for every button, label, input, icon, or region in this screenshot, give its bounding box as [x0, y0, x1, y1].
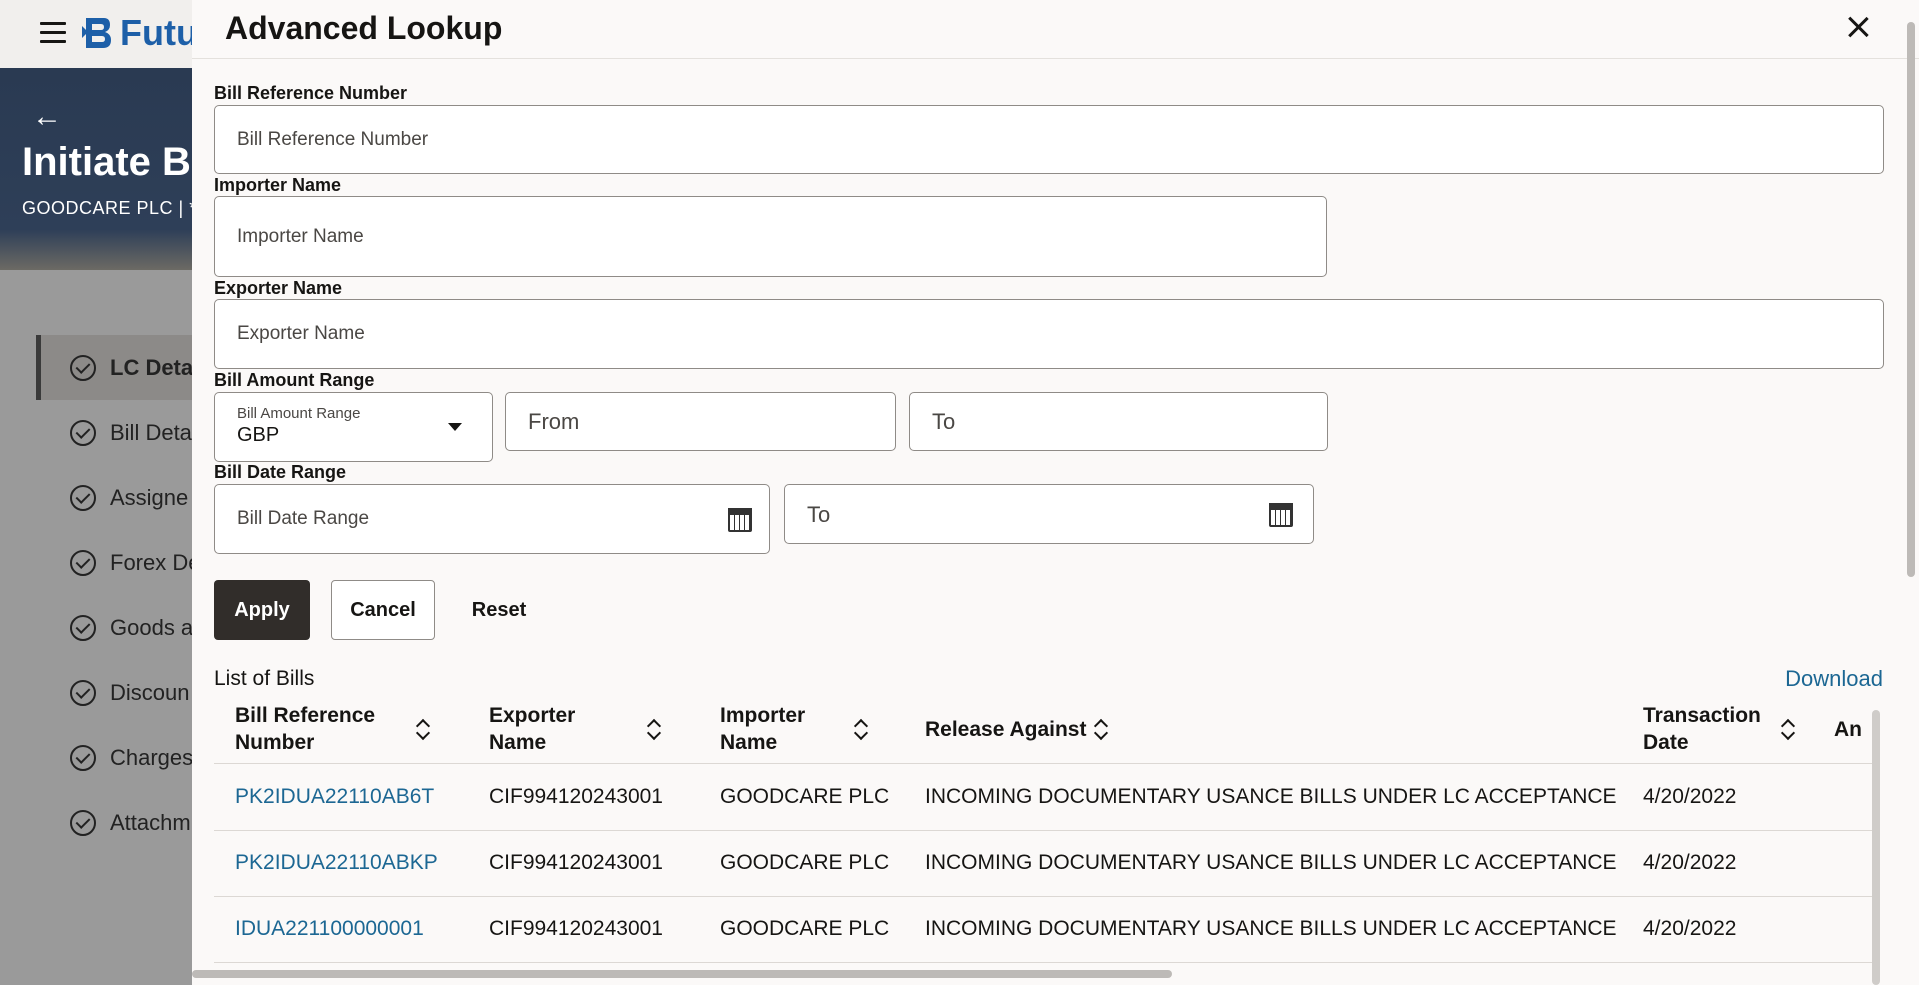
- transaction-date-cell: 4/20/2022: [1643, 917, 1737, 940]
- currency-select-value: GBP: [237, 424, 280, 446]
- check-circle-icon: [70, 354, 96, 381]
- check-circle-icon: [70, 614, 96, 641]
- bill-reference-link[interactable]: IDUA221100000001: [235, 917, 424, 941]
- bill-reference-input[interactable]: [214, 105, 1884, 174]
- page-title: Initiate Bi: [22, 140, 203, 184]
- column-header-release-against[interactable]: Release Against: [925, 716, 1086, 743]
- cancel-button[interactable]: Cancel: [331, 580, 435, 640]
- release-against-cell: INCOMING DOCUMENTARY USANCE BILLS UNDER …: [925, 851, 1617, 874]
- column-header-amount[interactable]: An: [1834, 716, 1862, 743]
- table-row: IDUA221100000001 CIF994120243001 GOODCAR…: [214, 897, 1874, 963]
- column-header-importer-name[interactable]: Importer Name: [720, 702, 805, 756]
- header-line: Importer: [720, 704, 806, 727]
- back-arrow-icon[interactable]: ←: [32, 100, 62, 134]
- header-line: Number: [235, 731, 315, 754]
- exporter-cell: CIF994120243001: [489, 851, 663, 874]
- calendar-icon[interactable]: [1269, 503, 1293, 527]
- table-row: PK2IDUA22110AB6T CIF994120243001 GOODCAR…: [214, 765, 1874, 831]
- nav-item-label: Goods a: [110, 614, 194, 640]
- nav-item-label: Discoun: [110, 679, 190, 705]
- sort-icon[interactable]: [647, 718, 661, 740]
- amount-to-input[interactable]: [909, 392, 1328, 451]
- column-header-exporter-name[interactable]: Exporter Name: [489, 702, 575, 756]
- bill-amount-range-label: Bill Amount Range: [214, 370, 375, 390]
- date-from-placeholder: Bill Date Range: [237, 508, 370, 529]
- header-line: Name: [489, 731, 547, 754]
- app-logo: Futu: [82, 12, 198, 54]
- exporter-cell: CIF994120243001: [489, 785, 663, 808]
- currency-select[interactable]: Bill Amount Range GBP: [214, 392, 493, 462]
- header-line: Transaction: [1643, 704, 1761, 727]
- bill-reference-link[interactable]: PK2IDUA22110AB6T: [235, 785, 434, 809]
- exporter-name-label: Exporter Name: [214, 278, 343, 298]
- date-to-placeholder: To: [807, 502, 831, 527]
- date-from-field[interactable]: Bill Date Range: [214, 484, 770, 554]
- check-circle-icon: [70, 419, 96, 446]
- nav-item-label: Assigne: [110, 484, 189, 510]
- dialog-divider: [192, 58, 1919, 59]
- download-link[interactable]: Download: [1785, 666, 1883, 692]
- sort-icon[interactable]: [416, 718, 430, 740]
- bill-reference-link[interactable]: PK2IDUA22110ABKP: [235, 851, 438, 875]
- importer-name-input[interactable]: [214, 196, 1327, 277]
- transaction-date-cell: 4/20/2022: [1643, 851, 1737, 874]
- dialog-vertical-scrollbar[interactable]: [1907, 22, 1915, 577]
- bill-reference-label: Bill Reference Number: [214, 83, 408, 103]
- apply-button[interactable]: Apply: [214, 580, 310, 640]
- header-line: Exporter: [489, 704, 576, 727]
- header-line: Name: [720, 731, 778, 754]
- nav-item-label: Bill Deta: [110, 419, 192, 445]
- reset-button[interactable]: Reset: [454, 580, 544, 640]
- date-to-field[interactable]: To: [784, 484, 1314, 544]
- release-against-cell: INCOMING DOCUMENTARY USANCE BILLS UNDER …: [925, 785, 1617, 808]
- advanced-lookup-dialog: Advanced Lookup Bill Reference Number Im…: [192, 0, 1919, 985]
- hamburger-menu-icon[interactable]: [40, 22, 66, 43]
- caret-down-icon: [448, 423, 462, 431]
- currency-select-label: Bill Amount Range: [237, 405, 361, 422]
- importer-cell: GOODCARE PLC: [720, 785, 890, 808]
- page-subtitle: GOODCARE PLC | **: [22, 198, 205, 218]
- table-vertical-scrollbar[interactable]: [1872, 710, 1880, 985]
- header-line: Release Against: [925, 718, 1087, 741]
- check-circle-icon: [70, 549, 96, 576]
- exporter-name-input[interactable]: [214, 299, 1884, 369]
- bills-table: Bill Reference Number Exporter Name Impo…: [214, 696, 1874, 976]
- app-name: Futu: [120, 12, 198, 53]
- release-against-cell: INCOMING DOCUMENTARY USANCE BILLS UNDER …: [925, 917, 1617, 940]
- table-header: Bill Reference Number Exporter Name Impo…: [214, 696, 1874, 764]
- header-line: Date: [1643, 731, 1689, 754]
- nav-item-label: LC Detai: [110, 354, 200, 380]
- table-horizontal-scrollbar[interactable]: [192, 970, 1172, 978]
- amount-from-input[interactable]: [505, 392, 896, 451]
- sort-icon[interactable]: [854, 718, 868, 740]
- check-circle-icon: [70, 484, 96, 511]
- nav-item-label: Charges: [110, 744, 194, 770]
- nav-item-label: Attachm: [110, 809, 191, 835]
- exporter-cell: CIF994120243001: [489, 917, 663, 940]
- importer-cell: GOODCARE PLC: [720, 917, 890, 940]
- check-circle-icon: [70, 809, 96, 836]
- nav-item-label: Forex De: [110, 549, 201, 575]
- sort-icon[interactable]: [1094, 718, 1108, 740]
- transaction-date-cell: 4/20/2022: [1643, 785, 1737, 808]
- list-title: List of Bills: [214, 667, 315, 690]
- brand-logo-icon: [82, 18, 111, 48]
- calendar-icon[interactable]: [728, 508, 752, 532]
- dialog-title: Advanced Lookup: [225, 10, 503, 46]
- sort-icon[interactable]: [1781, 718, 1795, 740]
- column-header-transaction-date[interactable]: Transaction Date: [1643, 702, 1761, 756]
- check-circle-icon: [70, 679, 96, 706]
- column-header-bill-reference[interactable]: Bill Reference Number: [235, 702, 375, 756]
- check-circle-icon: [70, 744, 96, 771]
- close-icon[interactable]: [1843, 12, 1873, 42]
- importer-name-label: Importer Name: [214, 175, 342, 195]
- table-row: PK2IDUA22110ABKP CIF994120243001 GOODCAR…: [214, 831, 1874, 897]
- bill-date-range-label: Bill Date Range: [214, 462, 347, 482]
- importer-cell: GOODCARE PLC: [720, 851, 890, 874]
- header-line: Bill Reference: [235, 704, 376, 727]
- header-line: An: [1834, 718, 1862, 741]
